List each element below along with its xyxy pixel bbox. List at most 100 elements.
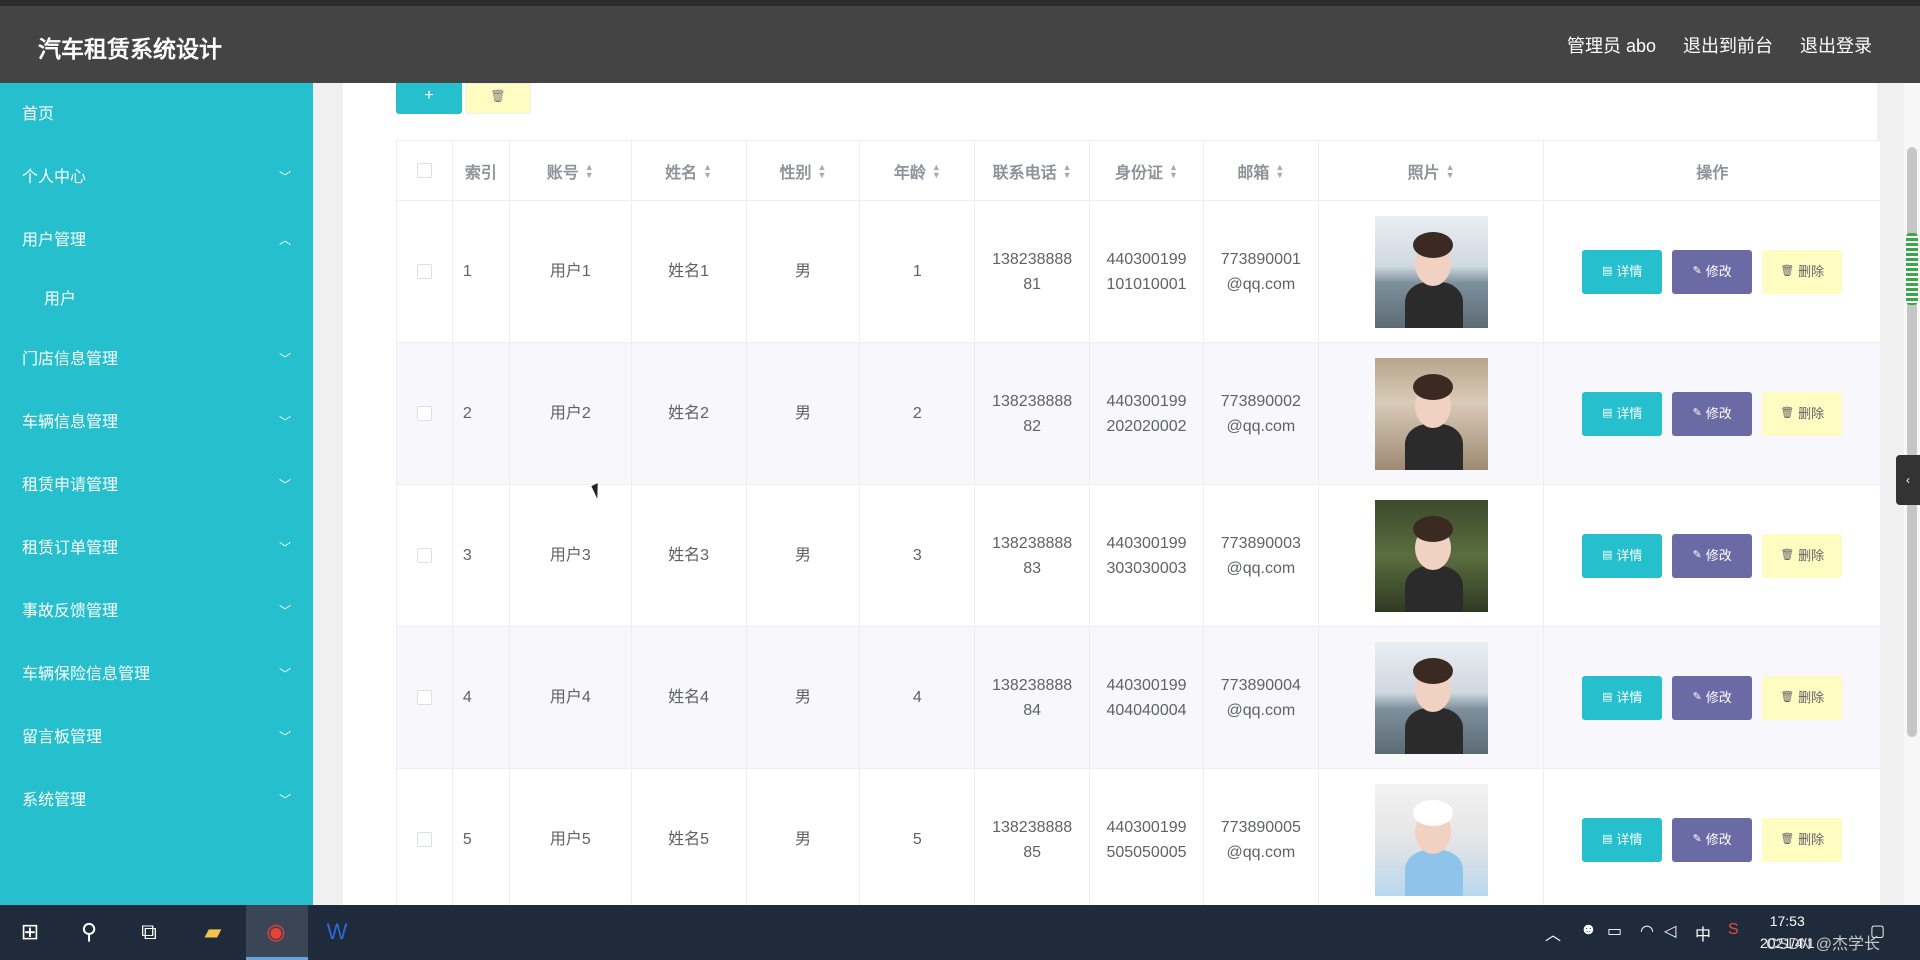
edit-button[interactable]: ✎ 修改 — [1672, 675, 1753, 720]
cell-gender: 男 — [747, 343, 861, 484]
delete-button[interactable]: 🗑 删除 — [1762, 817, 1843, 862]
action-label: 修改 — [1705, 264, 1732, 279]
sort-icon[interactable]: ▲ ▼ — [1275, 162, 1284, 179]
cell-name: 姓名4 — [632, 627, 747, 768]
edit-button[interactable]: ✎ 修改 — [1672, 533, 1753, 578]
delete-button[interactable]: 🗑 删除 — [1762, 249, 1843, 294]
windows-start-icon[interactable]: ⊞ — [14, 916, 46, 948]
sidebar-item-8[interactable]: 事故反馈管理 ﹀ — [0, 580, 313, 643]
word-icon[interactable]: W — [321, 916, 353, 948]
delete-button[interactable]: 🗑 删除 — [1762, 391, 1843, 436]
chrome-icon[interactable]: ◉ — [260, 916, 292, 948]
detail-button[interactable]: ▤ 详情 — [1582, 675, 1663, 720]
user-photo[interactable] — [1374, 499, 1488, 612]
admin-user-link[interactable]: 管理员 abo — [1567, 32, 1656, 58]
sort-icon[interactable]: ▲ ▼ — [1446, 162, 1455, 179]
volume-icon[interactable]: ◁ — [1664, 921, 1676, 941]
column-header-6[interactable]: 联系电话 ▲ ▼ — [975, 141, 1091, 200]
column-header-2[interactable]: 账号 ▲ ▼ — [510, 141, 632, 200]
action-label: 修改 — [1705, 548, 1732, 563]
action-label: 详情 — [1616, 264, 1643, 279]
table-row[interactable]: 2 用户2 姓名2 男 2 138238888 82 440300199 202020002… — [396, 343, 1881, 485]
user-photo[interactable] — [1374, 783, 1488, 896]
cell-gender: 男 — [747, 485, 861, 626]
table-row[interactable]: 4 用户4 姓名4 男 4 138238888 84 440300199 404040004… — [396, 627, 1881, 769]
user-photo[interactable] — [1374, 357, 1488, 470]
row-checkbox[interactable] — [416, 264, 432, 279]
cell-age: 3 — [860, 485, 976, 626]
detail-button[interactable]: ▤ 详情 — [1582, 391, 1663, 436]
sidebar-item-10[interactable]: 留言板管理 ﹀ — [0, 706, 313, 769]
edit-button[interactable]: ✎ 修改 — [1672, 249, 1753, 294]
cell-photo — [1319, 343, 1545, 484]
search-icon[interactable]: ⚲ — [73, 916, 105, 948]
row-checkbox[interactable] — [416, 406, 432, 421]
user-photo[interactable] — [1374, 215, 1488, 328]
sidebar-item-11[interactable]: 系统管理 ﹀ — [0, 769, 313, 832]
cell-index: 2 — [453, 343, 510, 484]
sogou-icon[interactable]: S — [1728, 921, 1739, 939]
detail-button[interactable]: ▤ 详情 — [1582, 817, 1663, 862]
sort-icon[interactable]: ▲ ▼ — [1169, 162, 1178, 179]
chevron-down-icon: ﹀ — [278, 541, 291, 555]
sidebar-item-6[interactable]: 租赁申请管理 ﹀ — [0, 454, 313, 517]
side-collapse-tab[interactable]: ‹ — [1896, 455, 1920, 505]
cell-gender: 男 — [747, 627, 861, 768]
delete-button[interactable]: 🗑 删除 — [1762, 533, 1843, 578]
sidebar-item-5[interactable]: 车辆信息管理 ﹀ — [0, 391, 313, 454]
row-checkbox[interactable] — [416, 832, 432, 847]
sidebar-item-label: 系统管理 — [22, 792, 87, 809]
column-header-label: 性别 — [779, 164, 812, 182]
edit-button[interactable]: ✎ 修改 — [1672, 391, 1753, 436]
detail-button[interactable]: ▤ 详情 — [1582, 533, 1663, 578]
cell-age: 5 — [860, 769, 976, 905]
cell-email: 773890004 @qq.com — [1204, 627, 1319, 768]
sidebar-item-1[interactable]: 个人中心 ﹀ — [0, 146, 313, 209]
cell-index: 1 — [453, 201, 510, 342]
tray-app-icon[interactable]: ☻ — [1580, 921, 1597, 939]
sort-icon[interactable]: ▲ ▼ — [703, 162, 712, 179]
column-header-8[interactable]: 邮箱 ▲ ▼ — [1204, 141, 1319, 200]
column-header-3[interactable]: 姓名 ▲ ▼ — [632, 141, 747, 200]
select-all-checkbox[interactable] — [416, 163, 432, 178]
detail-button[interactable]: ▤ 详情 — [1582, 249, 1663, 294]
cell-actions: ▤ 详情 ✎ 修改 🗑 删除 — [1544, 201, 1880, 342]
column-header-7[interactable]: 身份证 ▲ ▼ — [1090, 141, 1204, 200]
delete-button[interactable]: 🗑 删除 — [1762, 675, 1843, 720]
table-row[interactable]: 3 用户3 姓名3 男 3 138238888 83 440300199 303030003… — [396, 485, 1881, 627]
column-header-9[interactable]: 照片 ▲ ▼ — [1319, 141, 1545, 200]
sort-icon[interactable]: ▲ ▼ — [585, 162, 594, 179]
row-checkbox[interactable] — [416, 548, 432, 563]
column-header-4[interactable]: 性别 ▲ ▼ — [747, 141, 861, 200]
ime-indicator[interactable]: 中 — [1695, 921, 1711, 945]
tray-chevron-icon[interactable]: ︿ — [1545, 921, 1561, 945]
sidebar-item-2[interactable]: 用户管理 ︿ — [0, 209, 313, 272]
table-row[interactable]: 1 用户1 姓名1 男 1 138238888 81 440300199 101010001… — [396, 201, 1881, 343]
sidebar-item-9[interactable]: 车辆保险信息管理 ﹀ — [0, 643, 313, 706]
content-card: + 🗑 索引 账号 ▲ ▼ 姓名 ▲ ▼ 性别 ▲ ▼ 年龄 ▲ ▼ 联系电话 ▲ ▼ 身份证 ▲ ▼ 邮箱 ▲ ▼ 照片 ▲… — [343, 83, 1881, 905]
add-button[interactable]: + — [396, 83, 462, 114]
column-header-label: 操作 — [1696, 164, 1729, 182]
sidebar-item-3[interactable]: 用户 — [0, 272, 313, 328]
sidebar-item-7[interactable]: 租赁订单管理 ﹀ — [0, 517, 313, 580]
user-photo[interactable] — [1374, 641, 1488, 754]
exit-to-front-link[interactable]: 退出到前台 — [1683, 32, 1773, 58]
sidebar-item-0[interactable]: 首页 — [0, 83, 313, 146]
table-row[interactable]: 5 用户5 姓名5 男 5 138238888 85 440300199 505050005… — [396, 769, 1881, 905]
sidebar-item-4[interactable]: 门店信息管理 ﹀ — [0, 328, 313, 391]
logout-link[interactable]: 退出登录 — [1800, 32, 1872, 58]
battery-icon[interactable]: ▭ — [1607, 921, 1622, 941]
batch-delete-button[interactable]: 🗑 — [465, 83, 531, 114]
network-icon[interactable]: ◠ — [1640, 921, 1654, 941]
chevron-down-icon: ﹀ — [278, 667, 291, 681]
app-title: 汽车租赁系统设计 — [38, 36, 222, 62]
row-checkbox[interactable] — [416, 690, 432, 705]
sort-icon[interactable]: ▲ ▼ — [932, 162, 941, 179]
column-header-5[interactable]: 年龄 ▲ ▼ — [860, 141, 976, 200]
task-view-icon[interactable]: ⧉ — [133, 916, 165, 948]
trash-icon: 🗑 — [1780, 265, 1795, 277]
edit-button[interactable]: ✎ 修改 — [1672, 817, 1753, 862]
file-explorer-icon[interactable]: ▰ — [197, 916, 229, 948]
sort-icon[interactable]: ▲ ▼ — [817, 162, 826, 179]
sort-icon[interactable]: ▲ ▼ — [1063, 162, 1072, 179]
